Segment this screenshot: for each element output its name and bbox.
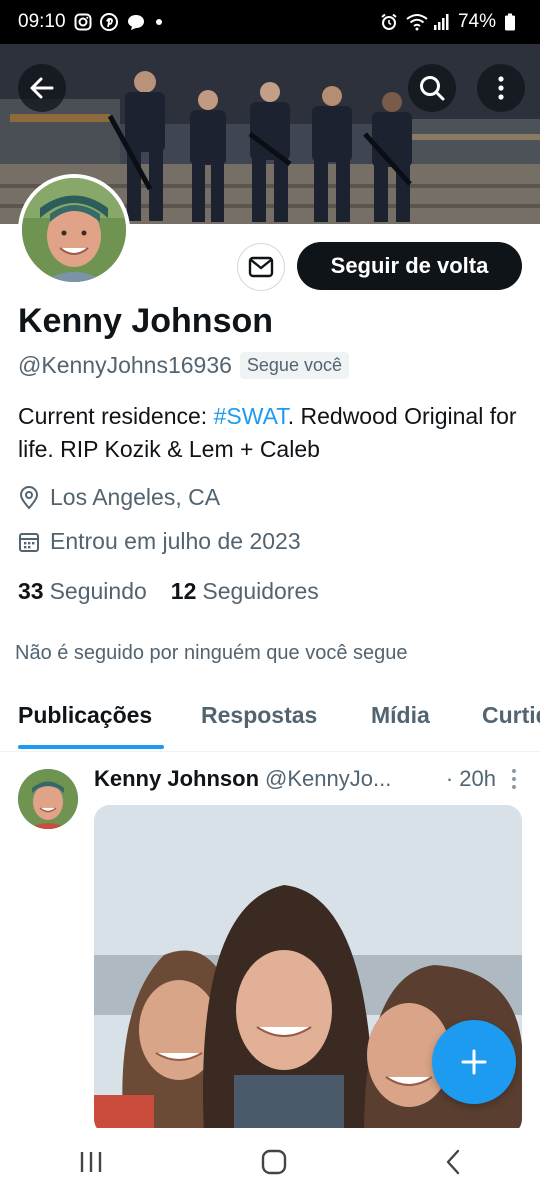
following-link[interactable]: 33 Seguindo	[18, 578, 147, 605]
recent-apps-icon	[81, 1151, 102, 1172]
profile-joined: Entrou em julho de 2023	[50, 528, 301, 554]
system-navigation-bar	[0, 1128, 540, 1200]
profile-tabs: Publicações Respostas Mídia Curtidas	[0, 690, 540, 752]
back-button[interactable]	[18, 64, 66, 112]
battery-icon	[504, 13, 522, 31]
post-header: Kenny Johnson @KennyJo... · 20h	[94, 766, 522, 792]
avatar-image	[22, 178, 126, 282]
dot-icon	[155, 19, 162, 25]
active-tab-indicator	[18, 745, 164, 749]
mail-icon	[248, 256, 274, 278]
instagram-icon	[74, 13, 92, 31]
plus-icon	[461, 1049, 487, 1075]
chat-icon	[126, 13, 144, 31]
post-author-name[interactable]: Kenny Johnson	[94, 766, 259, 792]
chevron-left-icon	[446, 1149, 459, 1174]
post-author-handle[interactable]: @KennyJo...	[265, 766, 391, 792]
bio-text-start: Current residence:	[18, 403, 214, 429]
arrow-left-icon	[30, 77, 54, 99]
wifi-icon	[406, 13, 428, 31]
tab-curtidas[interactable]: Curtidas	[482, 702, 540, 729]
post-more-button[interactable]	[510, 768, 518, 796]
bio-hashtag-link[interactable]: #SWAT	[214, 403, 288, 429]
tab-publicacoes[interactable]: Publicações	[18, 702, 152, 729]
home-button[interactable]	[261, 1149, 287, 1180]
post-avatar-image	[18, 769, 78, 829]
follow-stats: 33 Seguindo 12 Seguidores	[18, 578, 319, 605]
pinterest-icon	[99, 13, 118, 31]
followers-count: 12	[170, 578, 197, 604]
profile-bio: Current residence: #SWAT. Redwood Origin…	[18, 400, 518, 466]
home-icon	[261, 1149, 287, 1174]
battery-level: 74%	[457, 11, 496, 32]
status-bar: 09:10 74%	[0, 0, 540, 44]
alarm-icon	[380, 13, 398, 31]
following-label: Seguindo	[49, 578, 147, 604]
more-vertical-icon	[512, 769, 516, 789]
status-time: 09:10	[18, 11, 66, 32]
more-vertical-icon	[498, 76, 504, 100]
not-followed-notice: Não é seguido por ninguém que você segue	[15, 642, 408, 664]
following-count: 33	[18, 578, 44, 604]
compose-post-button[interactable]	[432, 1020, 516, 1104]
recent-apps-button[interactable]	[78, 1150, 104, 1179]
calendar-icon	[19, 532, 39, 552]
profile-name: Kenny Johnson	[18, 302, 274, 340]
location-pin-icon	[19, 485, 39, 509]
location-row: Los Angeles, CA	[18, 484, 220, 511]
follows-you-badge: Segue você	[239, 352, 349, 379]
post-author-avatar[interactable]	[18, 769, 78, 829]
followers-label: Seguidores	[202, 578, 319, 604]
search-icon	[420, 76, 445, 101]
followers-link[interactable]: 12 Seguidores	[171, 578, 319, 605]
signal-icon	[432, 13, 450, 31]
tab-respostas[interactable]: Respostas	[201, 702, 317, 729]
profile-handle: @KennyJohns16936	[18, 352, 232, 378]
more-button[interactable]	[477, 64, 525, 112]
back-nav-button[interactable]	[444, 1149, 462, 1180]
search-button[interactable]	[408, 64, 456, 112]
joined-row: Entrou em julho de 2023	[18, 528, 301, 555]
message-button[interactable]	[237, 243, 285, 291]
tab-midia[interactable]: Mídia	[371, 702, 430, 729]
handle-row: @KennyJohns16936 Segue você	[18, 352, 349, 379]
profile-location: Los Angeles, CA	[50, 484, 221, 510]
post-time[interactable]: · 20h	[446, 766, 496, 792]
profile-avatar[interactable]	[18, 174, 130, 286]
follow-back-button[interactable]: Seguir de volta	[297, 242, 522, 290]
